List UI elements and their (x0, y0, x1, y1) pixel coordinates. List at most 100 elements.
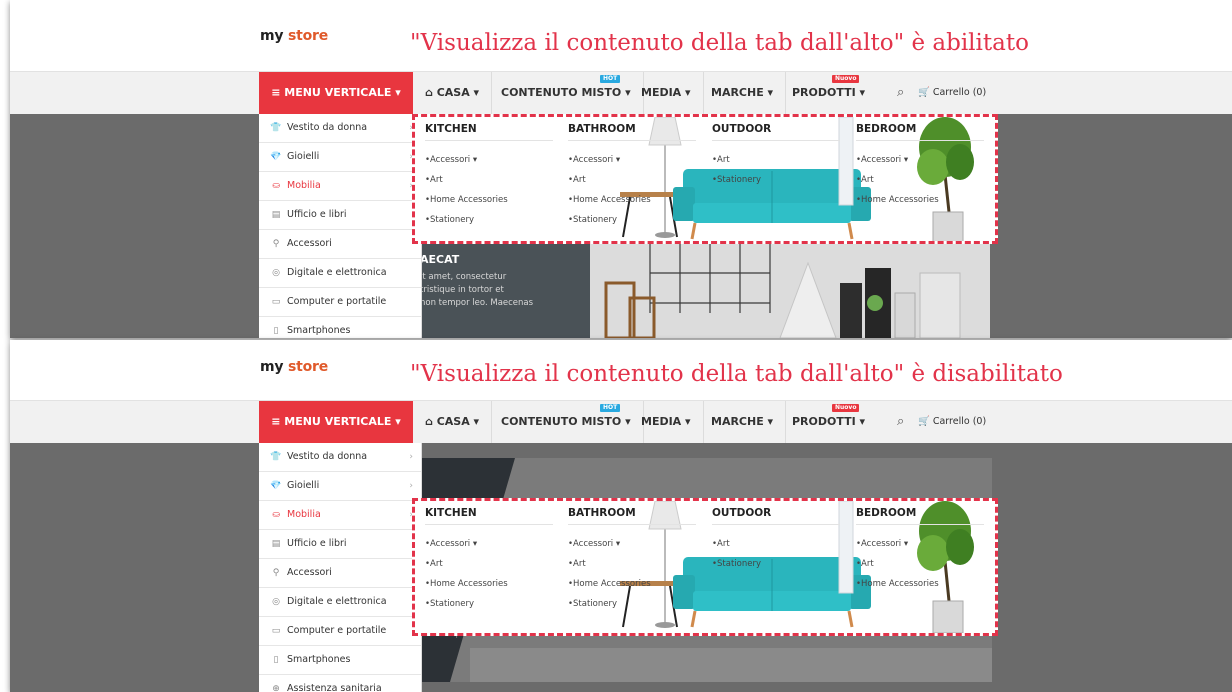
sidebar-item-ufficio[interactable]: ▤ Ufficio e libri (259, 201, 421, 230)
store-logo[interactable]: my store (260, 359, 328, 375)
sidebar-item-accessori[interactable]: ⚲ Accessori (259, 230, 421, 259)
mega-column-title[interactable]: OUTDOOR (712, 507, 840, 525)
nav-contenuto-misto[interactable]: CONTENUTO MISTO ▾ HOT (489, 401, 644, 443)
sidebar-item-label: Vestito da donna (287, 451, 368, 462)
mega-link[interactable]: Accessori ▾ (425, 534, 553, 554)
mega-link[interactable]: Home Accessories (856, 190, 984, 210)
sidebar-item-digitale[interactable]: ◎ Digitale e elettronica (259, 588, 421, 617)
mega-link[interactable]: Art (568, 170, 696, 190)
laptop-icon: ▭ (271, 626, 281, 636)
sidebar-item-computer[interactable]: ▭ Computer e portatile (259, 617, 421, 646)
sidebar-item-smartphones[interactable]: ▯ Smartphones (259, 317, 421, 338)
mega-link[interactable]: Stationery (568, 210, 696, 230)
mega-column-title[interactable]: OUTDOOR (712, 123, 840, 141)
mega-link[interactable]: Stationery (425, 594, 553, 614)
mega-link[interactable]: Accessori ▾ (856, 534, 984, 554)
sidebar-item-gioielli[interactable]: 💎Gioielli› (259, 472, 421, 501)
sidebar-item-vestito[interactable]: 👕Vestito da donna› (259, 114, 421, 143)
cart-link[interactable]: 🛒 Carrello (0) (918, 401, 986, 443)
sidebar-item-label: Digitale e elettronica (287, 267, 387, 278)
nav-contenuto-misto-label: CONTENUTO MISTO ▾ (501, 86, 631, 99)
logo-text: my (260, 28, 288, 44)
sidebar-item-label: Digitale e elettronica (287, 596, 387, 607)
mega-link[interactable]: Art (856, 170, 984, 190)
logo-text-accent: store (288, 28, 329, 44)
nav-casa[interactable]: ⌂ CASA ▾ (413, 72, 493, 114)
search-icon[interactable]: ⌕ (897, 85, 904, 100)
mega-column-title[interactable]: KITCHEN (425, 507, 553, 525)
mega-link[interactable]: Stationery (712, 170, 840, 190)
mega-link[interactable]: Accessori ▾ (425, 150, 553, 170)
sofa-icon: ⛀ (272, 510, 280, 520)
sidebar-item-computer[interactable]: ▭ Computer e portatile (259, 288, 421, 317)
sidebar-item-label: Assistenza sanitaria (287, 683, 382, 692)
store-logo[interactable]: my store (260, 28, 328, 44)
mega-link[interactable]: Art (712, 534, 840, 554)
nav-contenuto-misto-label: CONTENUTO MISTO ▾ (501, 415, 631, 428)
sidebar-item-vestito[interactable]: 👕Vestito da donna› (259, 443, 421, 472)
hero-title: AECAT (420, 253, 460, 266)
nav-prodotti-label: PRODOTTI ▾ (792, 415, 866, 428)
camera-icon: ◎ (272, 597, 280, 607)
sidebar-item-accessori[interactable]: ⚲ Accessori (259, 559, 421, 588)
new-badge: Nuovo (832, 75, 860, 83)
caption-disabled: "Visualizza il contenuto della tab dall'… (410, 361, 1063, 387)
mega-link[interactable]: Home Accessories (425, 574, 553, 594)
nav-marche[interactable]: MARCHE ▾ (699, 401, 787, 443)
nav-media[interactable]: MEDIA ▾ (629, 72, 704, 114)
sidebar-item-label: Computer e portatile (287, 296, 387, 307)
mega-link[interactable]: Home Accessories (568, 190, 696, 210)
sidebar-item-mobilia[interactable]: ⛀Mobilia› (259, 501, 421, 530)
mega-column-title[interactable]: BEDROOM (856, 507, 984, 525)
nav-prodotti[interactable]: PRODOTTI ▾ Nuovo (780, 72, 877, 114)
mega-link[interactable]: Accessori ▾ (568, 534, 696, 554)
mega-link[interactable]: Home Accessories (856, 574, 984, 594)
cart-link[interactable]: 🛒 Carrello (0) (918, 72, 986, 114)
mega-column-bedroom: BEDROOM Accessori ▾ArtHome Accessories (856, 123, 984, 210)
hot-badge: HOT (600, 404, 621, 412)
vertical-menu-button[interactable]: ≡ MENU VERTICALE ▾ (259, 401, 413, 443)
sidebar-item-assistenza[interactable]: ⊕ Assistenza sanitaria (259, 675, 421, 692)
main-navbar: ≡ MENU VERTICALE ▾ ⌂ CASA ▾ CONTENUTO MI… (10, 400, 1232, 444)
mega-column-title[interactable]: BATHROOM (568, 507, 696, 525)
sidebar-item-smartphones[interactable]: ▯ Smartphones (259, 646, 421, 675)
sidebar-item-label: Smartphones (287, 654, 351, 665)
mega-link[interactable]: Stationery (712, 554, 840, 574)
mega-link[interactable]: Art (712, 150, 840, 170)
mega-link[interactable]: Accessori ▾ (856, 150, 984, 170)
mega-link[interactable]: Home Accessories (568, 574, 696, 594)
mega-column-kitchen: KITCHEN Accessori ▾ArtHome AccessoriesSta… (425, 123, 553, 230)
nav-contenuto-misto[interactable]: CONTENUTO MISTO ▾ HOT (489, 72, 644, 114)
mega-link[interactable]: Stationery (425, 210, 553, 230)
mega-column-bathroom: BATHROOM Accessori ▾ArtHome AccessoriesSt… (568, 123, 696, 230)
nav-marche[interactable]: MARCHE ▾ (699, 72, 787, 114)
sidebar-item-label: Ufficio e libri (287, 209, 347, 220)
mega-link[interactable]: Art (425, 554, 553, 574)
nav-prodotti[interactable]: PRODOTTI ▾ Nuovo (780, 401, 877, 443)
mega-link[interactable]: Accessori ▾ (568, 150, 696, 170)
sidebar-item-ufficio[interactable]: ▤ Ufficio e libri (259, 530, 421, 559)
diamond-icon: 💎 (270, 481, 282, 491)
sidebar-item-digitale[interactable]: ◎ Digitale e elettronica (259, 259, 421, 288)
mega-link[interactable]: Art (856, 554, 984, 574)
mega-link[interactable]: Art (568, 554, 696, 574)
logo-text-accent: store (288, 359, 329, 375)
mega-link[interactable]: Home Accessories (425, 190, 553, 210)
nav-media[interactable]: MEDIA ▾ (629, 401, 704, 443)
camera-icon: ◎ (272, 268, 280, 278)
sidebar-item-gioielli[interactable]: 💎Gioielli› (259, 143, 421, 172)
search-icon[interactable]: ⌕ (897, 414, 904, 429)
sidebar-item-label: Accessori (287, 567, 332, 578)
nav-prodotti-label: PRODOTTI ▾ (792, 86, 866, 99)
mega-column-title[interactable]: BEDROOM (856, 123, 984, 141)
vertical-menu-button[interactable]: ≡ MENU VERTICALE ▾ (259, 72, 413, 114)
sidebar-item-label: Accessori (287, 238, 332, 249)
mega-column-title[interactable]: BATHROOM (568, 123, 696, 141)
mega-column-title[interactable]: KITCHEN (425, 123, 553, 141)
mega-link[interactable]: Art (425, 170, 553, 190)
sidebar-item-mobilia[interactable]: ⛀Mobilia› (259, 172, 421, 201)
hero-slider[interactable]: AECAT it amet, consectetur tristique in … (410, 243, 990, 338)
screenshot-disabled: my store "Visualizza il contenuto della … (10, 340, 1232, 692)
nav-casa[interactable]: ⌂ CASA ▾ (413, 401, 493, 443)
mega-link[interactable]: Stationery (568, 594, 696, 614)
